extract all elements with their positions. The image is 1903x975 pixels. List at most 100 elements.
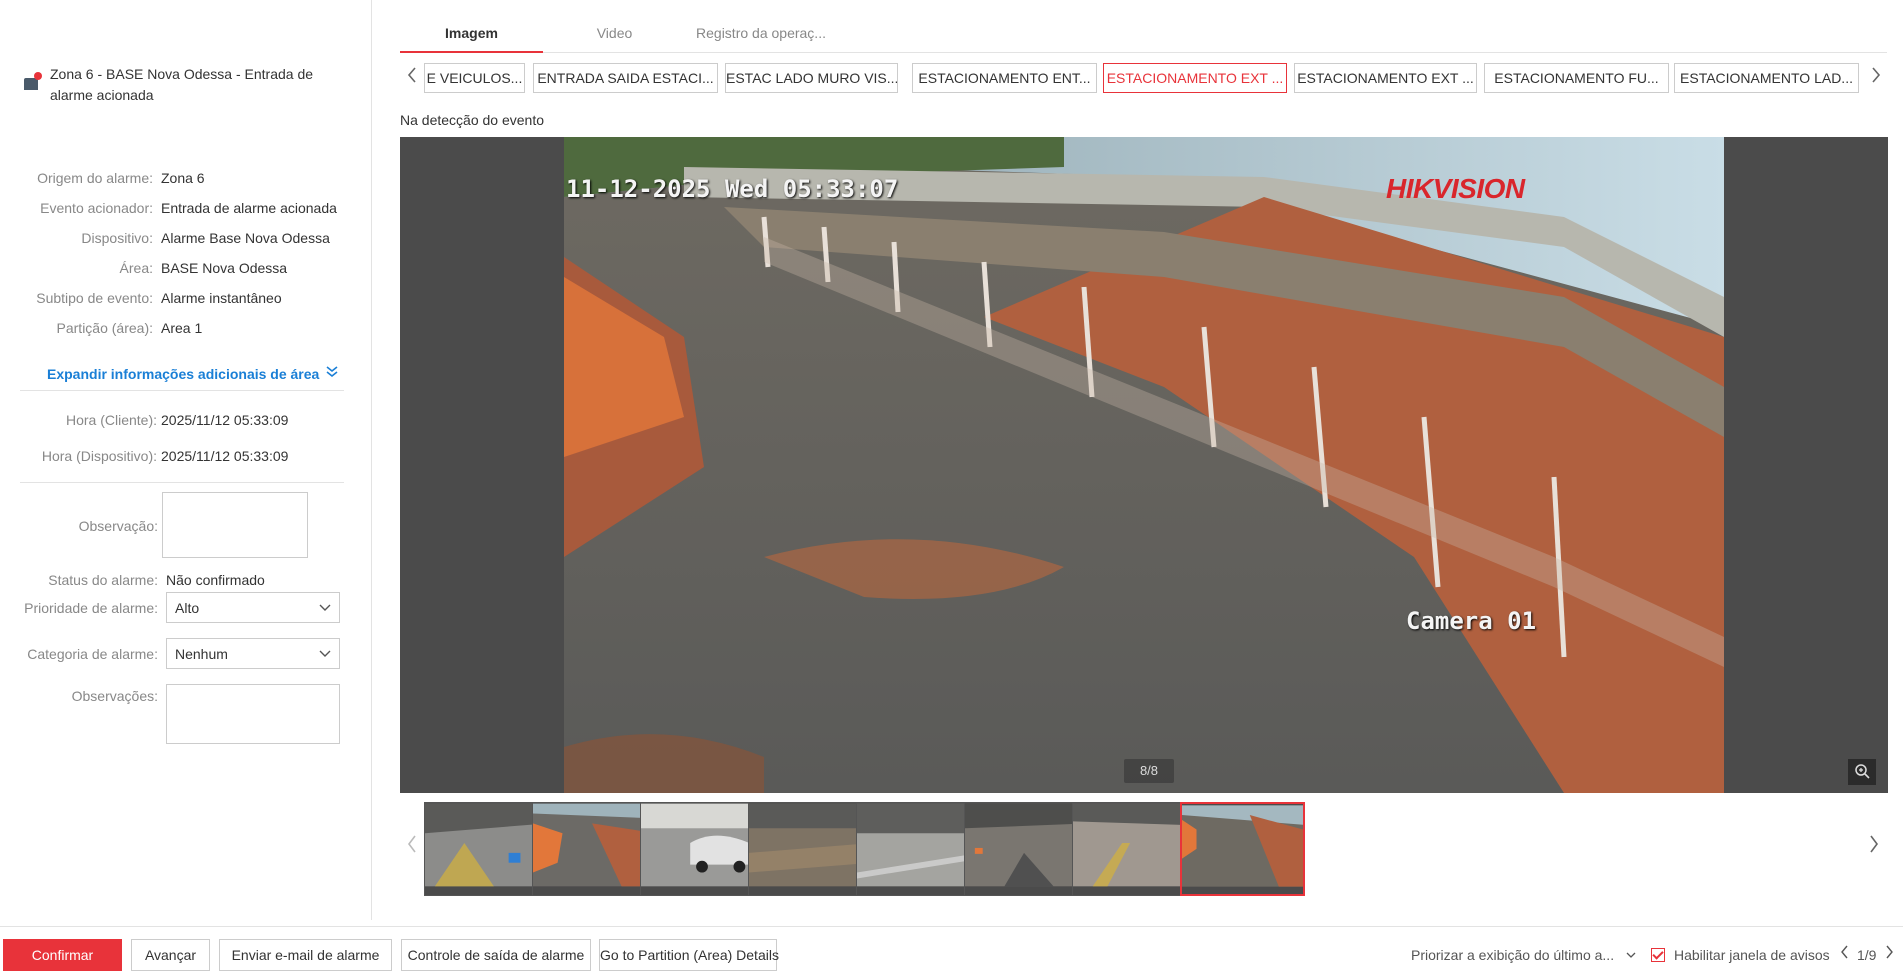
info-label: Subtipo de evento: (36, 290, 153, 306)
info-row: Origem do alarme: Zona 6 (0, 163, 372, 193)
thumbnail[interactable] (424, 802, 549, 896)
partition-details-button[interactable]: Go to Partition (Area) Details (599, 939, 779, 971)
status-row: Status do alarme: Não confirmado (0, 570, 372, 590)
camera-snapshot[interactable]: 11-12-2025 Wed 05:33:07 HIKVISION Camera… (564, 137, 1724, 793)
divider (20, 390, 344, 391)
info-label: Área: (119, 260, 153, 276)
observacao-textarea[interactable] (162, 492, 308, 558)
thumbnail[interactable] (856, 802, 981, 896)
thumbnail-image (965, 803, 1088, 887)
expand-area-info-link[interactable]: Expandir informações adicionais de área (47, 365, 339, 382)
confirm-button[interactable]: Confirmar (3, 939, 122, 971)
priority-display-dropdown[interactable]: Priorizar a exibição do último a... (1411, 947, 1636, 963)
thumbnail-image (749, 803, 872, 887)
alarm-info-list: Origem do alarme: Zona 6 Evento acionador… (0, 163, 372, 343)
view-tabs: Imagem Video Registro da operaç... (400, 18, 1887, 53)
alarm-output-button[interactable]: Controle de saída de alarme (401, 939, 591, 971)
tab-imagem[interactable]: Imagem (400, 18, 543, 53)
thumbnail[interactable] (748, 802, 873, 896)
alarm-input-icon (22, 72, 44, 94)
chevron-down-icon (319, 647, 331, 661)
thumbnail[interactable] (1072, 802, 1197, 896)
info-value: Alarme Base Nova Odessa (161, 230, 330, 246)
chevron-down-icon (319, 601, 331, 615)
camera-tab[interactable]: ESTAC LADO MURO VIS... (725, 63, 898, 93)
thumbnail[interactable] (532, 802, 657, 896)
alarm-header: Zona 6 - BASE Nova Odessa - Entrada de a… (22, 64, 352, 106)
info-label: Partição (área): (56, 320, 153, 336)
info-row: Evento acionador: Entrada de alarme acion… (0, 193, 372, 223)
chevron-left-icon[interactable] (406, 66, 418, 89)
camera-tab[interactable]: ESTACIONAMENTO LAD... (1674, 63, 1859, 93)
thumbnail-image (857, 803, 980, 887)
next-button[interactable]: Avançar (131, 939, 210, 971)
image-viewer: 11-12-2025 Wed 05:33:07 HIKVISION Camera… (400, 137, 1888, 793)
info-value: BASE Nova Odessa (161, 260, 288, 276)
send-email-button[interactable]: Enviar e-mail de alarme (219, 939, 392, 971)
time-value: 2025/11/12 05:33:09 (161, 412, 289, 428)
priority-label: Prioridade de alarme: (24, 599, 158, 616)
thumbnail-image (425, 803, 548, 887)
info-value: Entrada de alarme acionada (161, 200, 337, 216)
hikvision-logo: HIKVISION (1386, 173, 1525, 204)
category-select[interactable]: Nenhum (166, 638, 340, 669)
time-list: Hora (Cliente): 2025/11/12 05:33:09 Hora … (0, 402, 372, 474)
priority-value: Alto (175, 599, 200, 616)
chevron-left-icon[interactable] (406, 834, 418, 860)
priority-display-label: Priorizar a exibição do último a... (1411, 947, 1615, 963)
observacao-label: Observação: (78, 518, 158, 534)
camera-tab[interactable]: ESTACIONAMENTO ENT... (912, 63, 1097, 93)
thumbnail-image (1073, 803, 1196, 887)
time-value: 2025/11/12 05:33:09 (161, 448, 289, 464)
category-label: Categoria de alarme: (27, 645, 158, 662)
camera-tab[interactable]: ESTACIONAMENTO FU... (1484, 63, 1669, 93)
tab-registro[interactable]: Registro da operaç... (686, 18, 836, 53)
divider (20, 482, 344, 483)
camera-tab[interactable]: ENTRADA SAIDA ESTACI... (533, 63, 718, 93)
status-label: Status do alarme: (48, 572, 158, 588)
info-label: Origem do alarme: (37, 170, 153, 186)
snapshot-image (564, 137, 1724, 793)
category-value: Nenhum (175, 645, 228, 662)
chevron-left-icon[interactable] (1840, 945, 1850, 962)
info-value: Zona 6 (161, 170, 205, 186)
image-counter: 8/8 (1124, 759, 1174, 783)
info-value: Area 1 (161, 320, 203, 336)
time-label: Hora (Cliente): (65, 412, 157, 428)
observacao-row: Observação: (0, 492, 372, 558)
zoom-in-button[interactable] (1848, 759, 1876, 785)
info-row: Partição (área): Area 1 (0, 313, 372, 343)
alarm-detail-panel: Zona 6 - BASE Nova Odessa - Entrada de a… (0, 0, 372, 920)
chevron-right-icon[interactable] (1884, 945, 1894, 962)
alarm-title: Zona 6 - BASE Nova Odessa - Entrada de a… (50, 66, 314, 103)
camera-tab-active[interactable]: ESTACIONAMENTO EXT ... (1103, 63, 1287, 93)
event-label: Na detecção do evento (400, 112, 544, 128)
thumbnail-selected[interactable] (1180, 802, 1305, 896)
tab-video[interactable]: Video (543, 18, 686, 53)
expand-label: Expandir informações adicionais de área (47, 365, 320, 382)
osd-camera-name: Camera 01 (1406, 607, 1537, 635)
action-bar: Confirmar Avançar Enviar e-mail de alarm… (0, 926, 1903, 975)
thumbnail[interactable] (640, 802, 765, 896)
info-label: Dispositivo: (81, 230, 153, 246)
priority-select[interactable]: Alto (166, 592, 340, 623)
zoom-in-icon (1854, 763, 1870, 782)
chevron-right-icon[interactable] (1868, 834, 1880, 860)
chevron-right-icon[interactable] (1870, 66, 1882, 89)
thumbnail-strip (400, 800, 1888, 896)
observacoes-textarea[interactable] (166, 684, 340, 744)
observacoes-row: Observações: (0, 684, 372, 744)
priority-row: Prioridade de alarme: Alto (0, 592, 372, 623)
camera-tab[interactable]: E VEICULOS... (424, 63, 525, 93)
camera-tab-strip: E VEICULOS... ENTRADA SAIDA ESTACI... ES… (400, 62, 1887, 94)
enable-popup-checkbox[interactable] (1651, 948, 1665, 962)
time-row: Hora (Dispositivo): 2025/11/12 05:33:09 (0, 438, 372, 474)
time-label: Hora (Dispositivo): (41, 448, 157, 464)
info-row: Dispositivo: Alarme Base Nova Odessa (0, 223, 372, 253)
info-label: Evento acionador: (40, 200, 153, 216)
camera-tab[interactable]: ESTACIONAMENTO EXT ... (1294, 63, 1477, 93)
thumbnail[interactable] (964, 802, 1089, 896)
chevron-down-icon (1626, 947, 1636, 963)
category-row: Categoria de alarme: Nenhum (0, 638, 372, 669)
info-row: Subtipo de evento: Alarme instantâneo (0, 283, 372, 313)
